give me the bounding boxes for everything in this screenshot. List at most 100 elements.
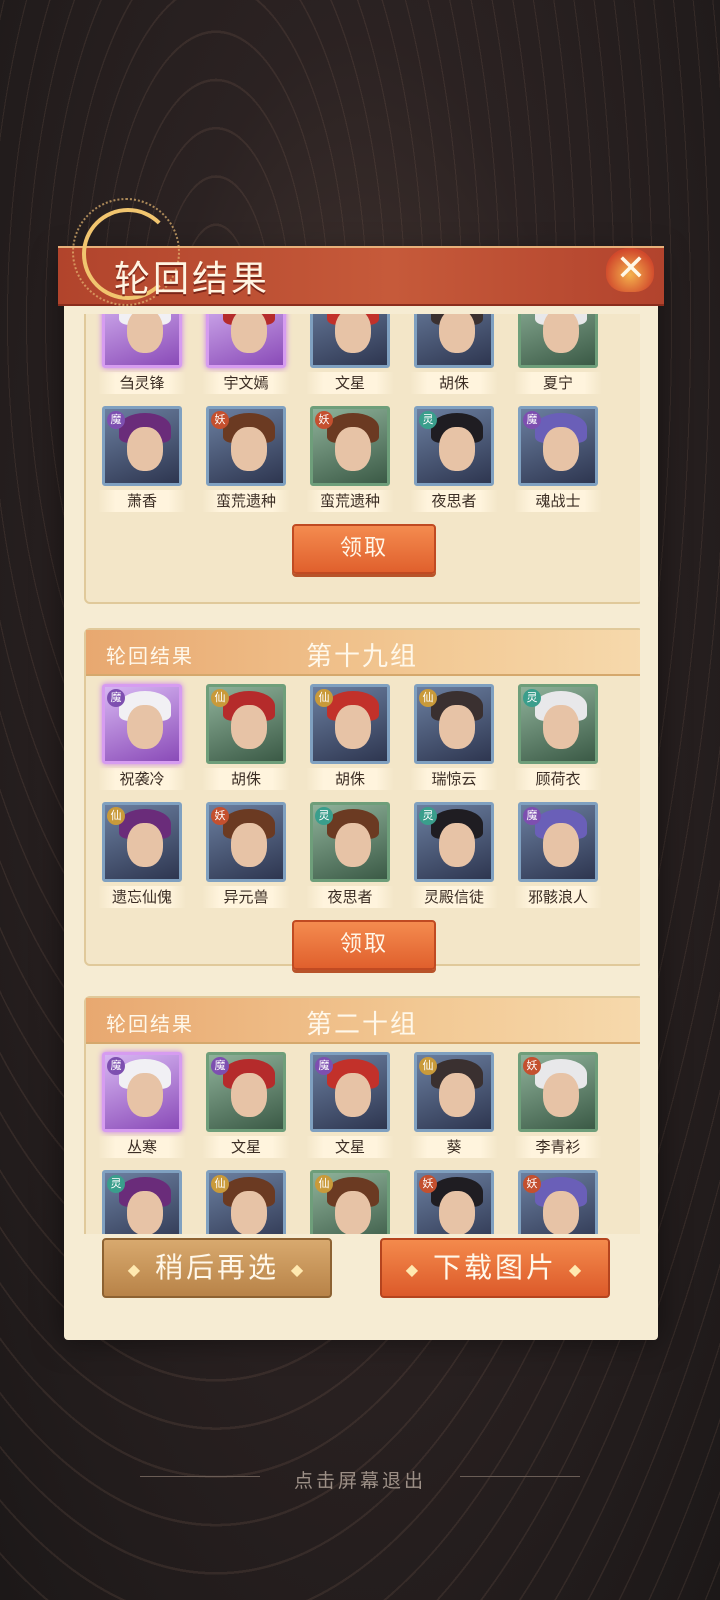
portrait-face: [231, 314, 267, 353]
claim-button[interactable]: 领取: [292, 920, 436, 970]
diamond-ornament-icon: ◆: [127, 1259, 144, 1279]
character-portrait: 魔: [310, 314, 390, 368]
portrait-face: [335, 705, 371, 749]
character-card[interactable]: 仙胡侏: [202, 684, 290, 790]
character-name: 李青衫: [514, 1136, 602, 1158]
character-card[interactable]: 妖: [514, 1170, 602, 1234]
character-name: 文星: [306, 1136, 394, 1158]
faction-badge: 妖: [211, 411, 229, 429]
character-card[interactable]: 妖蛮荒遗种: [202, 406, 290, 512]
character-card[interactable]: 妖异元兽: [202, 802, 290, 908]
character-portrait: 魔: [102, 684, 182, 764]
character-name: 文星: [202, 1136, 290, 1158]
character-name: 瑞惊云: [410, 768, 498, 790]
character-name: 夏宁: [514, 372, 602, 394]
portrait-face: [127, 1191, 163, 1234]
character-card[interactable]: 魔萧香: [98, 406, 186, 512]
result-group: 轮回结果 第十九组魔祝袭冷仙胡侏仙胡侏仙瑞惊云灵顾荷衣仙遗忘仙傀妖异元兽灵夜思者灵…: [84, 628, 640, 970]
character-card[interactable]: 魔文星: [202, 1052, 290, 1158]
character-name: 萧香: [98, 490, 186, 512]
faction-badge: 仙: [107, 807, 125, 825]
character-portrait: 灵: [518, 314, 598, 368]
character-card[interactable]: 魔邪骸浪人: [514, 802, 602, 908]
character-name: 夜思者: [410, 490, 498, 512]
character-card[interactable]: 灵夏宁: [514, 314, 602, 394]
character-portrait: 仙: [310, 684, 390, 764]
character-card[interactable]: 妖李青衫: [514, 1052, 602, 1158]
character-portrait: 妖: [518, 1052, 598, 1132]
portrait-face: [231, 1191, 267, 1234]
character-name: 祝袭冷: [98, 768, 186, 790]
faction-badge: 妖: [419, 1175, 437, 1193]
character-card[interactable]: 妖: [410, 1170, 498, 1234]
group-header-label: 轮回结果: [106, 1012, 194, 1036]
group-number: 第十九组: [306, 642, 419, 672]
character-card[interactable]: 灵刍灵锋: [98, 314, 186, 394]
character-portrait: 妖: [206, 314, 286, 368]
character-card[interactable]: 仙: [202, 1170, 290, 1234]
character-card[interactable]: 灵顾荷衣: [514, 684, 602, 790]
portrait-face: [543, 1191, 579, 1234]
character-portrait: 妖: [206, 406, 286, 486]
portrait-face: [127, 705, 163, 749]
character-name: 夜思者: [306, 886, 394, 908]
faction-badge: 仙: [211, 1175, 229, 1193]
character-card[interactable]: 灵夜思者: [410, 406, 498, 512]
character-name: 胡侏: [202, 768, 290, 790]
portrait-face: [439, 427, 475, 471]
portrait-face: [335, 1191, 371, 1234]
character-portrait: 仙: [414, 314, 494, 368]
faction-badge: 魔: [211, 1057, 229, 1075]
character-card[interactable]: 魔魂战士: [514, 406, 602, 512]
portrait-face: [439, 1073, 475, 1117]
character-card[interactable]: 魔文星: [306, 314, 394, 394]
character-portrait: 妖: [518, 1170, 598, 1234]
group-header: 轮回结果 第二十组: [86, 998, 640, 1044]
character-card[interactable]: 灵夜思者: [306, 802, 394, 908]
faction-badge: 妖: [315, 411, 333, 429]
faction-badge: 魔: [107, 689, 125, 707]
character-card[interactable]: 仙遗忘仙傀: [98, 802, 186, 908]
character-card[interactable]: 仙: [306, 1170, 394, 1234]
character-card[interactable]: 魔文星: [306, 1052, 394, 1158]
character-portrait: 灵: [518, 684, 598, 764]
character-portrait: 仙: [206, 684, 286, 764]
character-name: 顾荷衣: [514, 768, 602, 790]
tap-to-exit-hint[interactable]: 点击屏幕退出: [0, 1466, 720, 1493]
faction-badge: 灵: [419, 807, 437, 825]
character-card[interactable]: 灵灵殿信徒: [410, 802, 498, 908]
character-card[interactable]: 仙胡侏: [306, 684, 394, 790]
panel-header: 轮回结果 ✕: [58, 198, 664, 306]
faction-badge: 妖: [211, 807, 229, 825]
choose-later-label: 稍后再选: [154, 1251, 279, 1284]
character-card[interactable]: 仙胡侏: [410, 314, 498, 394]
character-card[interactable]: 妖宇文嫣: [202, 314, 290, 394]
character-card[interactable]: 魔祝袭冷: [98, 684, 186, 790]
choose-later-button[interactable]: ◆ 稍后再选 ◆: [102, 1238, 332, 1298]
character-card[interactable]: 妖蛮荒遗种: [306, 406, 394, 512]
portrait-face: [231, 823, 267, 867]
portrait-face: [335, 427, 371, 471]
download-image-button[interactable]: ◆ 下载图片 ◆: [380, 1238, 610, 1298]
result-group: 轮回结果 第二十组魔丛寒魔文星魔文星仙葵妖李青衫灵仙仙妖妖: [84, 996, 640, 1234]
character-card[interactable]: 仙葵: [410, 1052, 498, 1158]
character-portrait: 魔: [518, 802, 598, 882]
character-name: 胡侏: [306, 768, 394, 790]
portrait-face: [127, 1073, 163, 1117]
character-card[interactable]: 仙瑞惊云: [410, 684, 498, 790]
results-scroll-list[interactable]: 灵刍灵锋妖宇文嫣魔文星仙胡侏灵夏宁魔萧香妖蛮荒遗种妖蛮荒遗种灵夜思者魔魂战士领取…: [84, 314, 640, 1234]
character-portrait: 灵: [414, 406, 494, 486]
character-card[interactable]: 魔丛寒: [98, 1052, 186, 1158]
portrait-face: [335, 823, 371, 867]
character-name: 丛寒: [98, 1136, 186, 1158]
character-portrait: 妖: [310, 406, 390, 486]
faction-badge: 仙: [211, 689, 229, 707]
character-name: 文星: [306, 372, 394, 394]
group-header: 轮回结果 第十九组: [86, 630, 640, 676]
portrait-face: [439, 314, 475, 353]
close-button[interactable]: ✕: [600, 242, 662, 298]
character-portrait: 魔: [102, 1052, 182, 1132]
character-card[interactable]: 灵: [98, 1170, 186, 1234]
result-group: 灵刍灵锋妖宇文嫣魔文星仙胡侏灵夏宁魔萧香妖蛮荒遗种妖蛮荒遗种灵夜思者魔魂战士领取: [84, 314, 640, 604]
claim-button[interactable]: 领取: [292, 524, 436, 574]
